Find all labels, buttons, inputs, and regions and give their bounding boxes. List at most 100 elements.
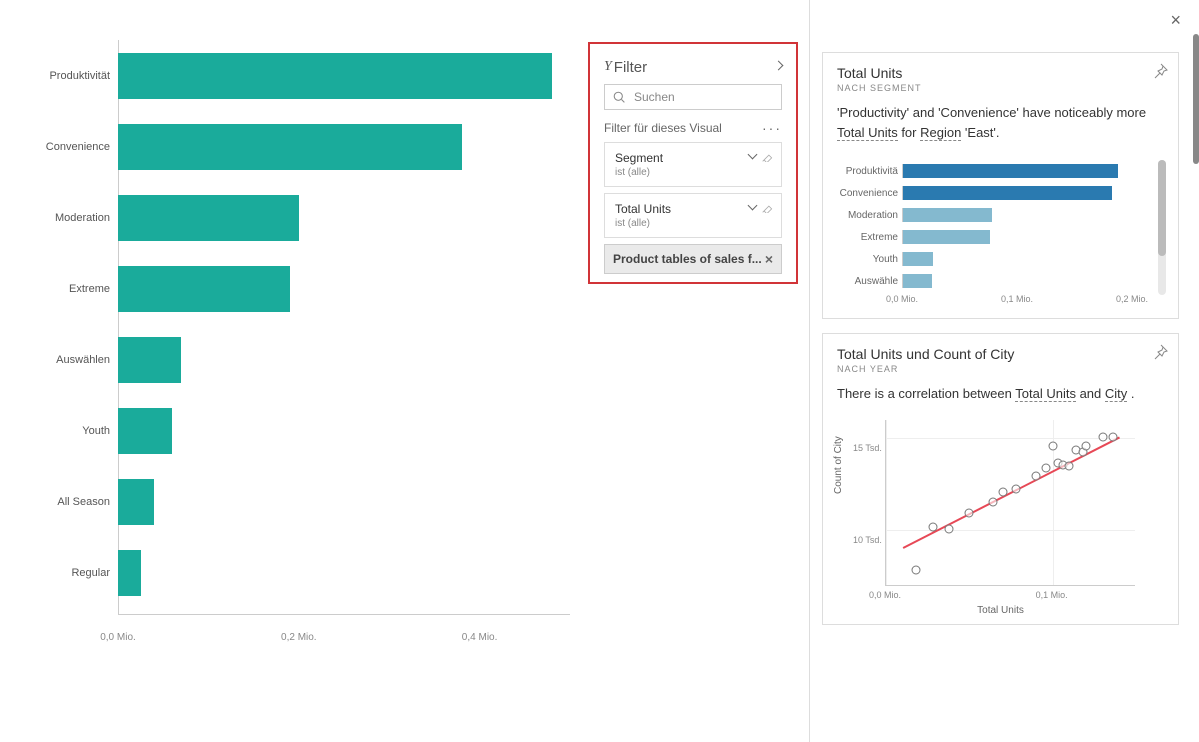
bar xyxy=(118,266,290,312)
mini-bar-row[interactable]: Moderation xyxy=(837,204,1164,226)
pin-icon[interactable] xyxy=(1152,344,1168,360)
mini-bar-row[interactable]: Produktivitä xyxy=(837,160,1164,182)
bar xyxy=(118,550,141,596)
scatter-point[interactable] xyxy=(998,488,1007,497)
chevron-down-icon[interactable] xyxy=(749,202,756,214)
bar xyxy=(118,53,552,99)
filter-pane: Y Filter Suchen Filter für dieses Visual… xyxy=(588,42,798,284)
filter-funnel-icon: Y xyxy=(604,59,612,75)
mini-bar xyxy=(903,164,1118,178)
bar-label: Extreme xyxy=(10,283,118,295)
bar-label: Youth xyxy=(10,425,118,437)
chevron-right-icon[interactable] xyxy=(775,58,782,76)
bar-label: Moderation xyxy=(10,212,118,224)
filter-card[interactable]: Total Units ist (alle) xyxy=(604,193,782,238)
scatter-point[interactable] xyxy=(1048,442,1057,451)
mini-bar xyxy=(903,274,932,288)
bar-row[interactable]: All Season xyxy=(10,466,570,537)
pin-icon[interactable] xyxy=(1152,63,1168,79)
insight-title: Total Units xyxy=(837,65,1164,81)
scatter-y-tick: 10 Tsd. xyxy=(853,535,882,545)
insight-scatter-chart[interactable]: Count of City Total Units 0,0 Mio.0,1 Mi… xyxy=(837,414,1164,614)
mini-bar-label: Produktivitä xyxy=(837,166,902,177)
bar-row[interactable]: Produktivität xyxy=(10,40,570,111)
mini-x-ticks: 0,0 Mio.0,1 Mio.0,2 Mio. xyxy=(902,294,1164,308)
filter-chip-label: Product tables of sales f... xyxy=(613,252,762,266)
bar xyxy=(118,408,172,454)
mini-bar-label: Youth xyxy=(837,254,902,265)
mini-bar xyxy=(903,186,1112,200)
filter-card-sub: ist (alle) xyxy=(615,218,771,229)
mini-bar-row[interactable]: Extreme xyxy=(837,226,1164,248)
insight-card: Total Units und Count of City NACH YEAR … xyxy=(822,333,1179,625)
bar-label: Produktivität xyxy=(10,70,118,82)
filter-pane-header: Y Filter xyxy=(598,52,788,84)
scrollbar[interactable] xyxy=(1193,34,1199,164)
insight-subtitle: NACH SEGMENT xyxy=(837,83,1164,93)
mini-bar-row[interactable]: Auswähle xyxy=(837,270,1164,292)
scatter-y-tick: 15 Tsd. xyxy=(853,443,882,453)
mini-bar-label: Extreme xyxy=(837,232,902,243)
scatter-point[interactable] xyxy=(1032,471,1041,480)
insights-panel: × Total Units NACH SEGMENT 'Productivity… xyxy=(810,0,1199,742)
mini-x-tick: 0,0 Mio. xyxy=(886,294,918,304)
filter-chip[interactable]: Product tables of sales f... × xyxy=(604,244,782,274)
filter-search-input[interactable]: Suchen xyxy=(604,84,782,110)
mini-bar xyxy=(903,252,933,266)
filter-card[interactable]: Segment ist (alle) xyxy=(604,142,782,187)
scatter-point[interactable] xyxy=(1042,464,1051,473)
scatter-point[interactable] xyxy=(928,523,937,532)
insight-bar-chart[interactable]: Produktivitä Convenience Moderation Extr… xyxy=(837,160,1164,308)
scatter-y-label: Count of City xyxy=(833,436,844,494)
bar-row[interactable]: Auswählen xyxy=(10,324,570,395)
clear-filter-icon[interactable] xyxy=(762,151,773,163)
mini-bar-label: Auswähle xyxy=(837,276,902,287)
x-tick: 0,2 Mio. xyxy=(281,632,317,643)
insight-title: Total Units und Count of City xyxy=(837,346,1164,362)
mini-bar-row[interactable]: Convenience xyxy=(837,182,1164,204)
scatter-point[interactable] xyxy=(1065,462,1074,471)
bar xyxy=(118,195,299,241)
mini-bar xyxy=(903,230,990,244)
report-canvas: Produktivität Convenience Moderation Ext… xyxy=(0,0,810,742)
mini-bar-row[interactable]: Youth xyxy=(837,248,1164,270)
insight-card: Total Units NACH SEGMENT 'Productivity' … xyxy=(822,52,1179,319)
insight-subtitle: NACH YEAR xyxy=(837,364,1164,374)
filter-section-title: Filter für dieses Visual xyxy=(604,121,722,135)
bar-row[interactable]: Extreme xyxy=(10,253,570,324)
more-options-icon[interactable]: ··· xyxy=(762,120,782,136)
bar-row[interactable]: Moderation xyxy=(10,182,570,253)
mini-bar-label: Moderation xyxy=(837,210,902,221)
search-placeholder: Suchen xyxy=(634,90,675,104)
mini-bar xyxy=(903,208,992,222)
bar xyxy=(118,124,462,170)
scatter-point[interactable] xyxy=(912,565,921,574)
filter-card-sub: ist (alle) xyxy=(615,167,771,178)
bar-row[interactable]: Regular xyxy=(10,537,570,608)
scatter-point[interactable] xyxy=(1108,432,1117,441)
scatter-point[interactable] xyxy=(988,497,997,506)
x-axis-line xyxy=(118,614,570,615)
mini-x-tick: 0,1 Mio. xyxy=(1001,294,1033,304)
bar-label: All Season xyxy=(10,496,118,508)
search-icon xyxy=(613,91,626,104)
mini-bar-label: Convenience xyxy=(837,188,902,199)
main-bar-chart[interactable]: Produktivität Convenience Moderation Ext… xyxy=(10,40,570,650)
bar-row[interactable]: Convenience xyxy=(10,111,570,182)
bar-label: Auswählen xyxy=(10,354,118,366)
mini-x-tick: 0,2 Mio. xyxy=(1116,294,1148,304)
clear-filter-icon[interactable] xyxy=(762,202,773,214)
insight-description: There is a correlation between Total Uni… xyxy=(837,384,1164,404)
scatter-point[interactable] xyxy=(945,525,954,534)
chevron-down-icon[interactable] xyxy=(749,151,756,163)
remove-chip-icon[interactable]: × xyxy=(765,251,773,267)
close-icon[interactable]: × xyxy=(1170,10,1181,31)
scatter-point[interactable] xyxy=(1082,442,1091,451)
scatter-point[interactable] xyxy=(1012,484,1021,493)
bar-label: Convenience xyxy=(10,141,118,153)
scatter-point[interactable] xyxy=(1098,432,1107,441)
bar xyxy=(118,337,181,383)
bar-row[interactable]: Youth xyxy=(10,395,570,466)
mini-scrollbar[interactable] xyxy=(1158,160,1166,295)
scatter-point[interactable] xyxy=(965,508,974,517)
